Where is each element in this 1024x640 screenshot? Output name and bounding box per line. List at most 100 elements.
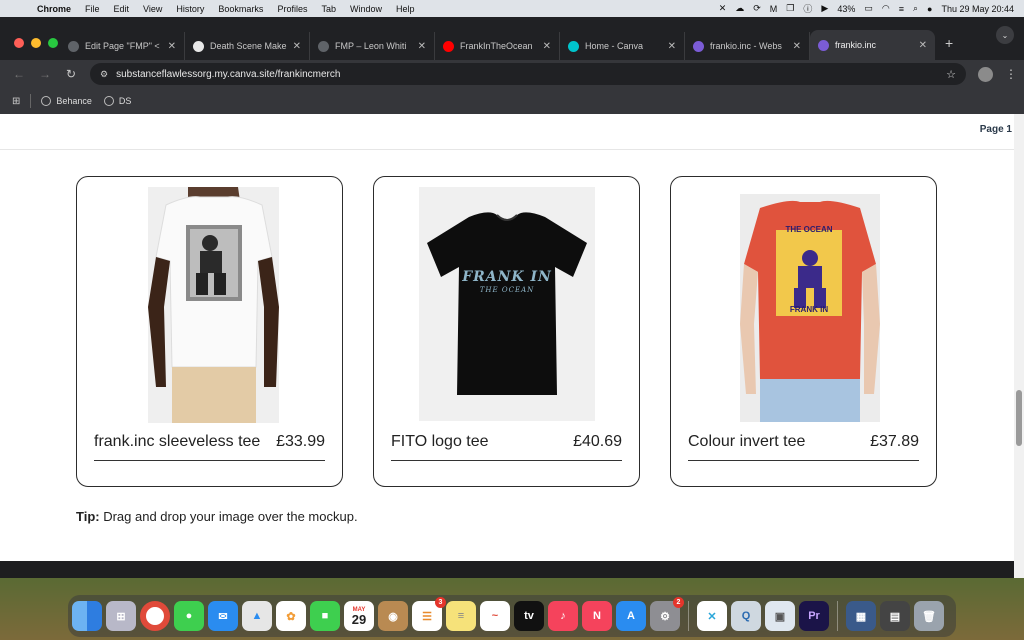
trash-icon[interactable]: 🗑 xyxy=(914,601,944,631)
zoom-window-button[interactable] xyxy=(48,38,58,48)
page-footer-band xyxy=(0,561,1014,578)
launchpad-icon[interactable]: ⊞ xyxy=(106,601,136,631)
product-mockup-image[interactable] xyxy=(148,187,279,423)
app-store-icon[interactable]: A xyxy=(616,601,646,631)
page-number-label[interactable]: Page 1 xyxy=(980,124,1012,135)
tab-close-icon[interactable]: ✕ xyxy=(293,41,301,52)
music-icon[interactable]: ♪ xyxy=(548,601,578,631)
forward-icon[interactable]: → xyxy=(32,67,58,81)
battery-icon[interactable]: ▭ xyxy=(864,3,873,14)
finder-icon[interactable] xyxy=(72,601,102,631)
product-name: FITO logo tee xyxy=(391,433,489,450)
address-bar[interactable]: ⚙ substanceflawlessorg.my.canva.site/fra… xyxy=(90,63,966,85)
menu-history[interactable]: History xyxy=(169,4,211,14)
close-window-button[interactable] xyxy=(14,38,24,48)
system-settings-icon[interactable]: ⚙ 2 xyxy=(650,597,684,631)
tab-close-icon[interactable]: ✕ xyxy=(543,41,551,52)
tab-label: FMP – Leon Whiti xyxy=(335,41,407,51)
reminders-badge: 3 xyxy=(435,597,446,608)
chrome-icon[interactable] xyxy=(140,601,170,631)
address-url[interactable]: substanceflawlessorg.my.canva.site/frank… xyxy=(116,69,946,80)
product-price: £37.89 xyxy=(870,433,919,450)
menu-help[interactable]: Help xyxy=(389,4,422,14)
quicktime-icon[interactable]: Q xyxy=(731,601,761,631)
apps-grid-icon[interactable]: ⊞ xyxy=(12,96,20,107)
bookmarks-divider xyxy=(30,94,32,108)
calendar-icon[interactable]: MAY 29 xyxy=(344,601,374,631)
browser-tab[interactable]: Edit Page "FMP" < ✕ xyxy=(60,32,185,60)
photos-icon[interactable]: ✿ xyxy=(276,601,306,631)
notes-app-icon[interactable]: ◉ xyxy=(378,601,408,631)
apple-tv-icon[interactable]: tv xyxy=(514,601,544,631)
macos-dock: ⊞ ● ✉ ▲ ✿ ■ MAY 29 ◉ ☰ 3 ≡ ~ tv ♪ N A ⚙ 2 … xyxy=(68,595,956,637)
tab-search-icon[interactable]: ⌄ xyxy=(996,26,1014,44)
product-card-colour-invert-tee[interactable]: THE OCEAN FRANK IN Colour invert tee £37… xyxy=(670,176,937,487)
menu-edit[interactable]: Edit xyxy=(107,4,137,14)
menu-app-name[interactable]: Chrome xyxy=(30,4,78,14)
sync-icon[interactable]: ⟳ xyxy=(753,3,761,14)
product-mockup-image[interactable]: THE OCEAN FRANK IN xyxy=(740,194,880,422)
reload-icon[interactable]: ↻ xyxy=(58,67,84,81)
window-icon[interactable]: ❐ xyxy=(786,3,794,14)
news-icon[interactable]: N xyxy=(582,601,612,631)
new-tab-button[interactable]: + xyxy=(935,35,963,51)
m-app-icon[interactable]: M xyxy=(770,4,778,14)
bookmark-ds[interactable]: DS xyxy=(103,96,131,106)
tab-close-icon[interactable]: ✕ xyxy=(793,41,801,52)
page-scrollbar[interactable] xyxy=(1014,114,1024,578)
freeform-icon[interactable]: ~ xyxy=(480,601,510,631)
tab-close-icon[interactable]: ✕ xyxy=(418,41,426,52)
wifi-icon[interactable]: ◠ xyxy=(882,3,890,14)
notes-icon[interactable]: ≡ xyxy=(446,601,476,631)
menu-profiles[interactable]: Profiles xyxy=(270,4,314,14)
mail-icon[interactable]: ✉ xyxy=(208,601,238,631)
premiere-pro-icon[interactable]: Pr xyxy=(799,601,829,631)
reminders-icon[interactable]: ☰ 3 xyxy=(412,597,446,631)
product-card-fito-logo-tee[interactable]: FRANK IN THE OCEAN FITO logo tee £40.69 xyxy=(373,176,640,487)
facetime-icon[interactable]: ■ xyxy=(310,601,340,631)
cloud-icon[interactable]: ☁ xyxy=(735,3,744,14)
scrollbar-thumb[interactable] xyxy=(1016,390,1022,446)
menu-tab[interactable]: Tab xyxy=(314,4,343,14)
product-divider xyxy=(688,460,919,461)
bookmark-star-icon[interactable]: ☆ xyxy=(946,68,956,81)
spotlight-icon[interactable]: ⌕ xyxy=(913,3,918,14)
product-card-sleeveless-tee[interactable]: frank.inc sleeveless tee £33.99 xyxy=(76,176,343,487)
minimized-window-icon[interactable]: ▤ xyxy=(880,601,910,631)
browser-tab[interactable]: FrankInTheOcean ✕ xyxy=(435,32,560,60)
siri-icon[interactable]: ● xyxy=(927,4,932,14)
info-icon[interactable]: ⓘ xyxy=(803,2,812,15)
minimize-window-button[interactable] xyxy=(31,38,41,48)
product-mockup-image[interactable]: FRANK IN THE OCEAN xyxy=(419,187,595,421)
chrome-menu-icon[interactable]: ⋮ xyxy=(1005,67,1017,81)
profile-avatar[interactable] xyxy=(978,66,993,82)
canva-icon xyxy=(568,40,579,52)
menu-datetime[interactable]: Thu 29 May 20:44 xyxy=(941,4,1014,14)
browser-tab[interactable]: frankio.inc ✕ xyxy=(810,30,935,60)
minimized-window-icon[interactable]: ▦ xyxy=(846,601,876,631)
browser-tab[interactable]: frankio.inc - Webs ✕ xyxy=(685,32,810,60)
browser-tab[interactable]: FMP – Leon Whiti ✕ xyxy=(310,32,435,60)
browser-tab[interactable]: Home - Canva ✕ xyxy=(560,32,685,60)
tab-close-icon[interactable]: ✕ xyxy=(668,41,676,52)
site-info-icon[interactable]: ⚙ xyxy=(100,69,108,80)
browser-tab[interactable]: Death Scene Make ✕ xyxy=(185,32,310,60)
xcode-icon[interactable]: ✕ xyxy=(697,601,727,631)
preview-icon[interactable]: ▣ xyxy=(765,601,795,631)
back-icon[interactable]: ← xyxy=(6,67,32,81)
play-icon[interactable]: ▶ xyxy=(821,3,828,14)
menu-view[interactable]: View xyxy=(136,4,169,14)
menu-file[interactable]: File xyxy=(78,4,107,14)
menu-bookmarks[interactable]: Bookmarks xyxy=(211,4,270,14)
tab-close-icon[interactable]: ✕ xyxy=(168,41,176,52)
menu-window[interactable]: Window xyxy=(343,4,389,14)
browser-chrome: Edit Page "FMP" < ✕ Death Scene Make ✕ FMP –… xyxy=(0,17,1024,114)
mic-off-icon[interactable]: ✕ xyxy=(719,3,727,14)
tee-print-bottom: FRANK IN xyxy=(789,305,829,314)
globe-icon xyxy=(41,96,52,106)
maps-icon[interactable]: ▲ xyxy=(242,601,272,631)
tab-close-icon[interactable]: ✕ xyxy=(919,40,927,51)
control-center-icon[interactable]: ≡ xyxy=(899,4,904,14)
bookmark-behance[interactable]: Behance xyxy=(41,96,92,106)
messages-icon[interactable]: ● xyxy=(174,601,204,631)
